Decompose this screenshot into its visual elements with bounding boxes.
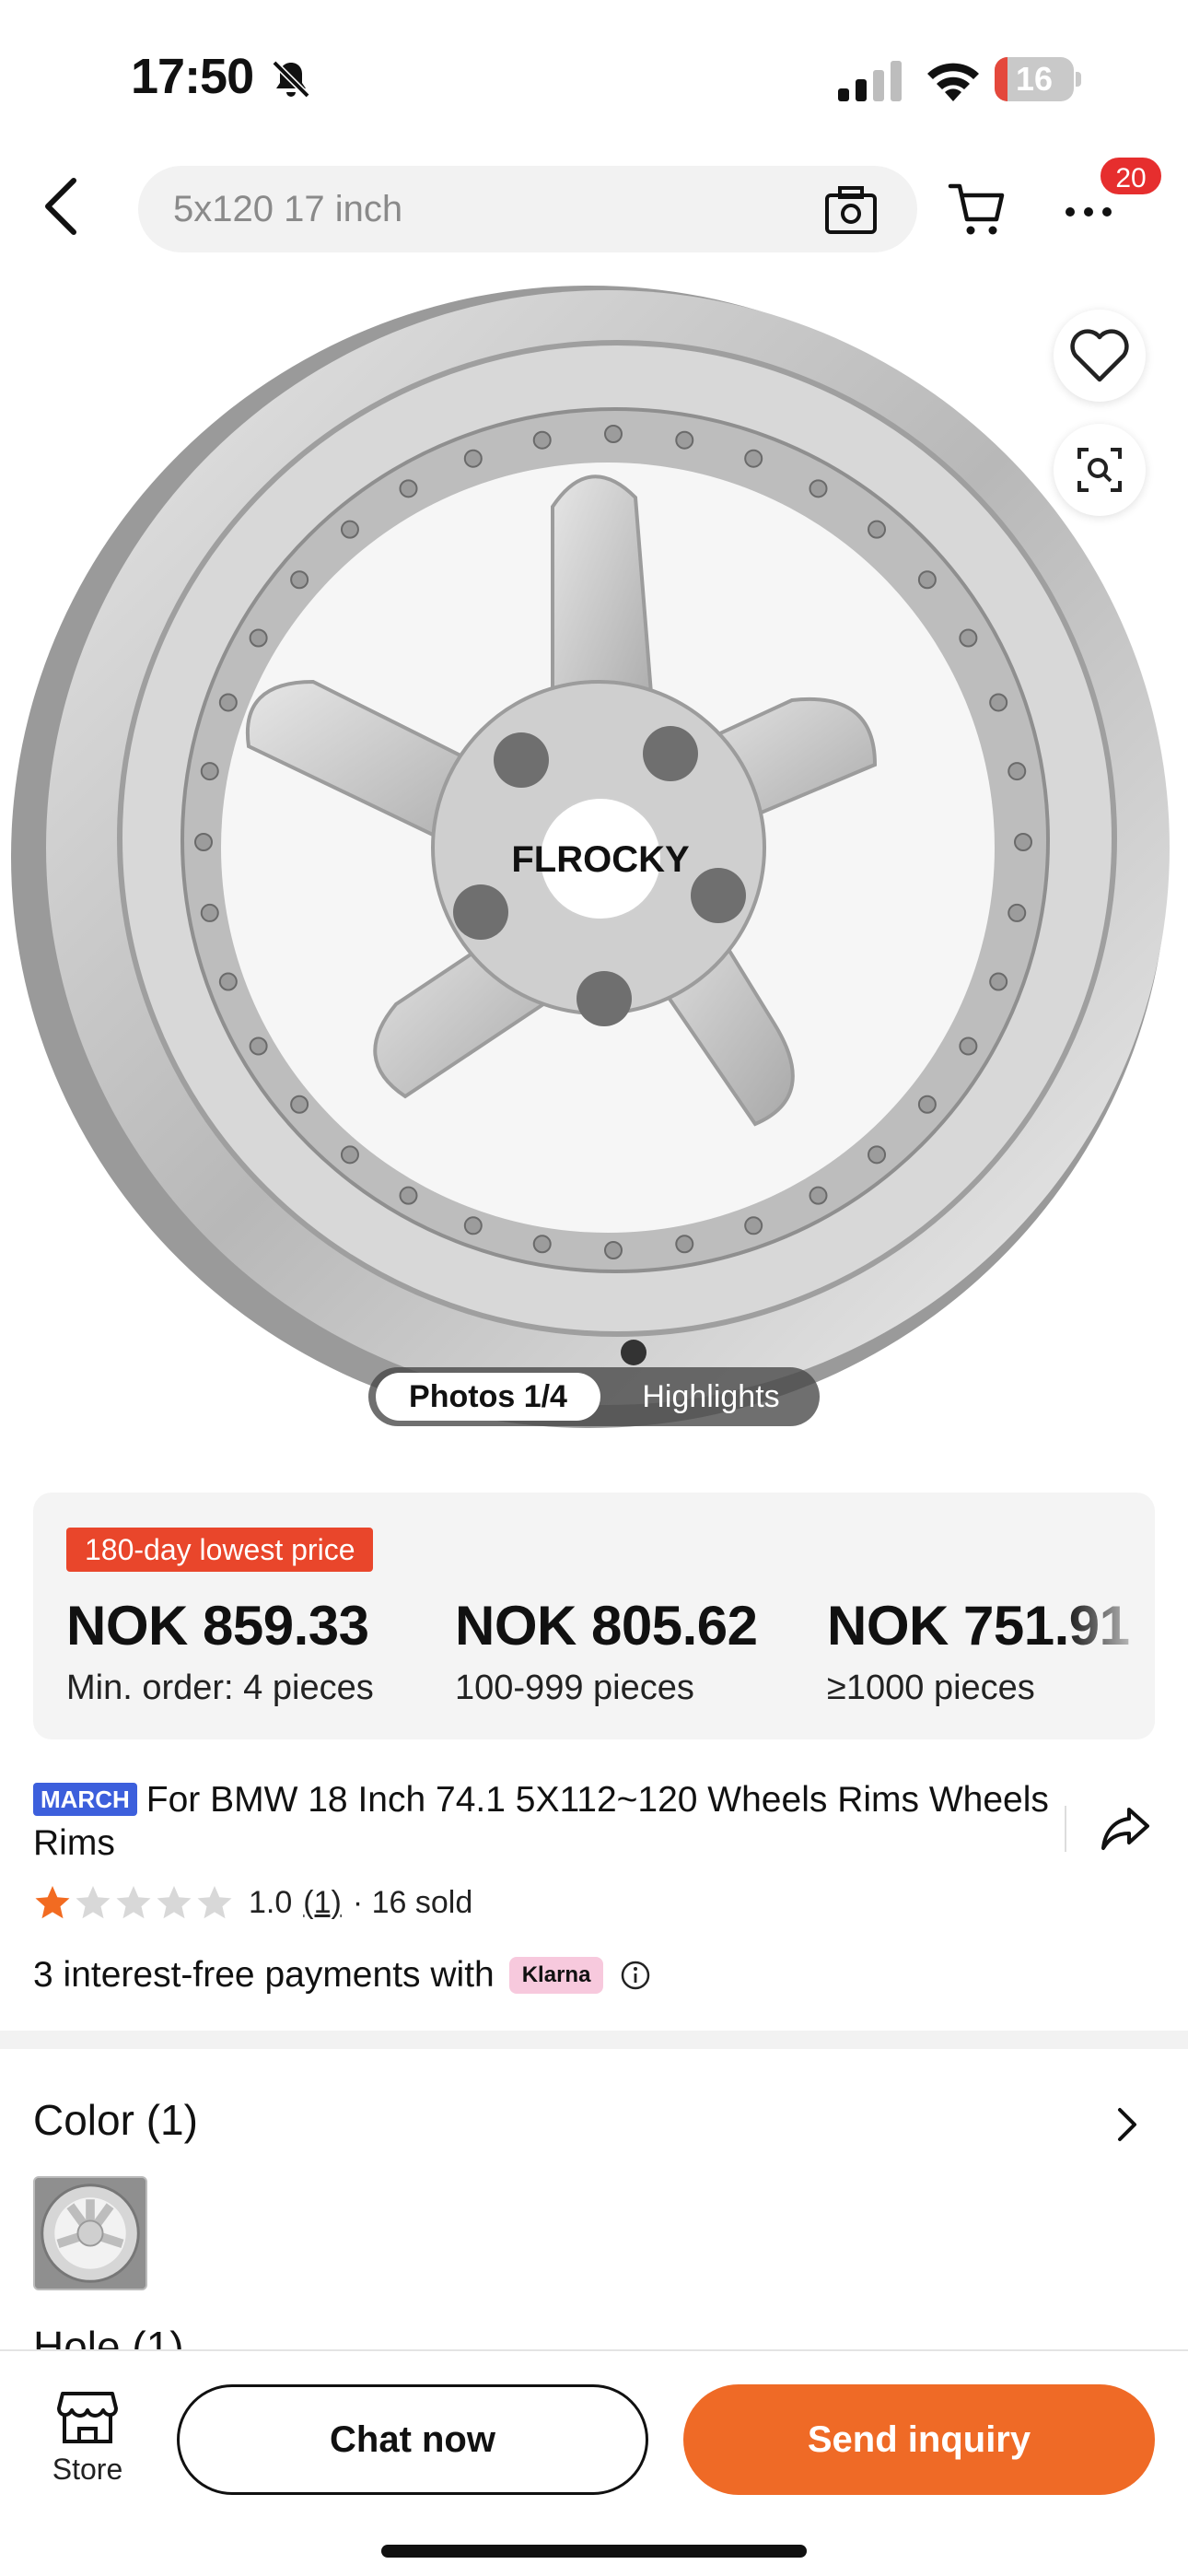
send-inquiry-button[interactable]: Send inquiry (683, 2384, 1155, 2495)
cellular-signal-icon (838, 61, 902, 101)
divider (1065, 1806, 1066, 1852)
search-query-text: 5x120 17 inch (173, 189, 403, 229)
image-search-button[interactable] (1054, 424, 1146, 516)
sold-count: · 16 sold (352, 1884, 473, 1920)
share-icon[interactable] (1098, 1802, 1153, 1854)
tab-highlights[interactable]: Highlights (610, 1373, 812, 1421)
price-value: NOK 859.33 (66, 1595, 369, 1657)
wifi-icon (927, 63, 979, 101)
march-badge: MARCH (33, 1783, 137, 1816)
search-input[interactable]: 5x120 17 inch (138, 166, 917, 252)
rating-value: 1.0 (249, 1884, 293, 1920)
star-icon (35, 1886, 70, 1919)
camera-icon[interactable] (823, 184, 879, 236)
notification-badge: 20 (1098, 155, 1164, 197)
store-icon (57, 2392, 118, 2443)
price-tiers-card: 180-day lowest price NOK 859.33 Min. ord… (33, 1493, 1155, 1739)
info-icon[interactable] (620, 1960, 651, 1991)
bottom-action-bar: Store Chat now Send inquiry (0, 2349, 1188, 2576)
store-button[interactable]: Store (37, 2388, 138, 2499)
product-title: MARCH For BMW 18 Inch 74.1 5X112~120 Whee… (33, 1778, 1055, 1865)
product-title-text: For BMW 18 Inch 74.1 5X112~120 Wheels Ri… (33, 1780, 1049, 1863)
status-bar: 17:50 16 (0, 0, 1188, 147)
color-option-thumbnail[interactable] (33, 2176, 147, 2290)
price-value: NOK 805.62 (455, 1595, 758, 1657)
store-label: Store (52, 2453, 123, 2486)
battery-level: 16 (1015, 60, 1054, 98)
price-quantity: Min. order: 4 pieces (66, 1669, 374, 1707)
chat-now-button[interactable]: Chat now (177, 2384, 648, 2495)
tab-photos[interactable]: Photos 1/4 (376, 1373, 600, 1421)
cart-icon[interactable] (947, 179, 1007, 240)
photo-tabs: Photos 1/4 Highlights (368, 1367, 820, 1426)
lowest-price-badge: 180-day lowest price (66, 1528, 374, 1572)
heart-icon (1070, 329, 1129, 382)
klarna-logo: Klarna (508, 1957, 604, 1994)
wheel-product-image: FLROCKY (11, 286, 1170, 1428)
bell-off-icon (272, 60, 310, 99)
wheel-thumbnail-image (35, 2178, 146, 2289)
favorite-button[interactable] (1054, 310, 1146, 402)
star-icon (76, 1886, 111, 1919)
review-count[interactable]: (1) (303, 1885, 342, 1921)
rating-row[interactable]: 1.0 (1) · 16 sold (33, 1879, 472, 1926)
payment-text: 3 interest-free payments with (33, 1955, 495, 1995)
price-quantity: 100-999 pieces (455, 1669, 694, 1707)
star-icon (197, 1886, 232, 1919)
section-divider (0, 2031, 1188, 2049)
image-search-icon (1077, 448, 1122, 492)
rating-stars (33, 1883, 236, 1922)
price-tier: NOK 859.33 Min. order: 4 pieces (66, 1594, 374, 1708)
star-icon (157, 1886, 192, 1919)
back-arrow-icon[interactable] (33, 171, 92, 241)
color-option-title[interactable]: Color (1) (33, 2095, 198, 2145)
chevron-right-icon[interactable] (1111, 2102, 1144, 2147)
home-indicator (381, 2545, 807, 2558)
price-tier: NOK 805.62 100-999 pieces (455, 1594, 758, 1708)
star-icon (116, 1886, 151, 1919)
product-image-gallery[interactable]: FLROCKY Photos 1/4 Highlights (0, 267, 1188, 1437)
payment-row[interactable]: 3 interest-free payments with Klarna (33, 1951, 651, 1999)
top-nav: 5x120 17 inch 20 (0, 147, 1188, 267)
status-time: 17:50 (131, 49, 254, 104)
battery-icon: 16 (995, 57, 1083, 101)
wheel-logo-text: FLROCKY (511, 839, 690, 880)
